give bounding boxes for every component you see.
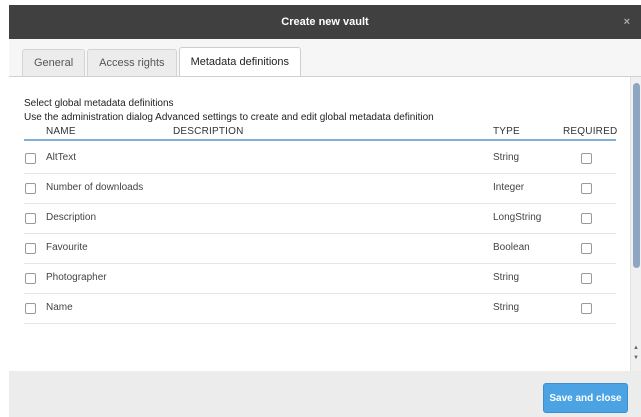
scroll-up-arrow-icon[interactable]: ▲ xyxy=(632,344,640,352)
row-select-checkbox[interactable] xyxy=(25,213,36,224)
section-hint: Use the administration dialog Advanced s… xyxy=(24,112,434,123)
row-required-checkbox[interactable] xyxy=(581,153,592,164)
column-header-required: REQUIRED xyxy=(563,126,618,137)
row-name: Name xyxy=(46,302,73,313)
scroll-down-arrow-icon[interactable]: ▼ xyxy=(632,354,640,362)
row-name: Description xyxy=(46,212,97,223)
row-type: Integer xyxy=(493,182,525,193)
row-required-checkbox[interactable] xyxy=(581,213,592,224)
save-and-close-button[interactable]: Save and close xyxy=(543,383,628,413)
table-row: Description LongString xyxy=(24,203,616,234)
column-header-type: TYPE xyxy=(493,126,520,137)
row-name: Favourite xyxy=(46,242,88,253)
row-required-checkbox[interactable] xyxy=(581,243,592,254)
dialog-footer: Save and close xyxy=(9,371,641,417)
row-select-checkbox[interactable] xyxy=(25,153,36,164)
row-name: AltText xyxy=(46,152,77,163)
row-required-checkbox[interactable] xyxy=(581,273,592,284)
table-row: AltText String xyxy=(24,143,616,174)
row-type: String xyxy=(493,302,520,313)
row-select-checkbox[interactable] xyxy=(25,243,36,254)
close-icon[interactable]: × xyxy=(624,16,630,28)
scrollbar-thumb[interactable] xyxy=(633,83,640,268)
dialog-title-bar: Create new vault × xyxy=(9,5,641,39)
section-heading: Select global metadata definitions xyxy=(24,98,174,109)
tab-access-rights[interactable]: Access rights xyxy=(87,49,177,76)
table-row: Photographer String xyxy=(24,263,616,294)
column-header-name: NAME xyxy=(46,126,76,137)
metadata-panel: Select global metadata definitions Use t… xyxy=(9,76,641,372)
create-vault-dialog: Create new vault × General Access rights… xyxy=(9,5,641,417)
table-row: Name String xyxy=(24,293,616,324)
row-required-checkbox[interactable] xyxy=(581,303,592,314)
tab-bar: General Access rights Metadata definitio… xyxy=(22,47,303,76)
row-name: Photographer xyxy=(46,272,107,283)
row-type: String xyxy=(493,152,520,163)
row-select-checkbox[interactable] xyxy=(25,273,36,284)
column-header-description: DESCRIPTION xyxy=(173,126,244,137)
row-type: LongString xyxy=(493,212,542,223)
table-row: Number of downloads Integer xyxy=(24,173,616,204)
table-row: Favourite Boolean xyxy=(24,233,616,264)
dialog-title: Create new vault xyxy=(281,16,369,28)
row-select-checkbox[interactable] xyxy=(25,183,36,194)
tab-metadata-definitions[interactable]: Metadata definitions xyxy=(178,47,302,76)
row-select-checkbox[interactable] xyxy=(25,303,36,314)
row-type: String xyxy=(493,272,520,283)
header-divider xyxy=(24,139,616,141)
scrollbar[interactable]: ▲ ▼ xyxy=(630,77,641,371)
tab-general[interactable]: General xyxy=(22,49,86,76)
row-name: Number of downloads xyxy=(46,182,144,193)
row-required-checkbox[interactable] xyxy=(581,183,592,194)
row-type: Boolean xyxy=(493,242,530,253)
